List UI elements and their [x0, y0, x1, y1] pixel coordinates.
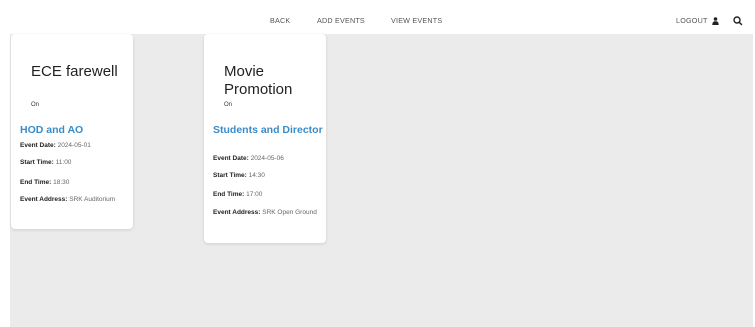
- end-time-label: End Time:: [213, 191, 247, 198]
- start-time-label: Start Time:: [20, 159, 56, 166]
- event-address: Event Address: SRK Auditorium: [20, 195, 130, 204]
- event-title: Movie Promotion: [224, 63, 293, 98]
- event-card[interactable]: Movie Promotion On Students and Director…: [204, 34, 326, 243]
- event-host: Students and Director: [213, 124, 323, 136]
- end-time-value: 18:30: [53, 179, 70, 186]
- event-address-value: SRK Auditorium: [69, 196, 116, 203]
- view-events-link[interactable]: VIEW EVENTS: [391, 16, 442, 25]
- end-time: End Time: 18:30: [20, 178, 130, 187]
- start-time: Start Time: 11:00: [20, 158, 130, 167]
- event-address-label: Event Address:: [20, 196, 70, 203]
- user-icon: [711, 16, 719, 25]
- event-status: On: [31, 102, 40, 108]
- event-card[interactable]: ECE farewell On HOD and AO Event Date: 2…: [11, 34, 133, 229]
- start-time: Start Time: 14:30: [213, 171, 323, 180]
- event-date-label: Event Date:: [20, 142, 58, 149]
- event-address-value: SRK Open Ground: [262, 209, 317, 216]
- event-date-value: 2024-05-06: [250, 155, 284, 162]
- end-time-value: 17:00: [246, 191, 263, 198]
- start-time-value: 14:30: [248, 172, 265, 179]
- start-time-label: Start Time:: [213, 172, 249, 179]
- add-events-link[interactable]: ADD EVENTS: [317, 16, 365, 25]
- start-time-value: 11:00: [55, 159, 72, 166]
- end-time: End Time: 17:00: [213, 190, 323, 199]
- event-title: ECE farewell: [31, 63, 118, 80]
- event-date: Event Date: 2024-05-06: [213, 154, 323, 163]
- top-navbar: BACK ADD EVENTS VIEW EVENTS LOGOUT: [10, 7, 753, 34]
- event-date-value: 2024-05-01: [57, 142, 91, 149]
- logout-link[interactable]: LOGOUT: [676, 16, 719, 25]
- search-icon[interactable]: [732, 15, 744, 27]
- event-address: Event Address: SRK Open Ground: [213, 208, 323, 217]
- event-date: Event Date: 2024-05-01: [20, 141, 130, 150]
- event-status: On: [224, 102, 233, 108]
- event-date-label: Event Date:: [213, 155, 251, 162]
- back-link[interactable]: BACK: [270, 16, 290, 25]
- event-address-label: Event Address:: [213, 209, 263, 216]
- end-time-label: End Time:: [20, 179, 54, 186]
- event-host: HOD and AO: [20, 124, 84, 136]
- logout-label: LOGOUT: [676, 16, 708, 25]
